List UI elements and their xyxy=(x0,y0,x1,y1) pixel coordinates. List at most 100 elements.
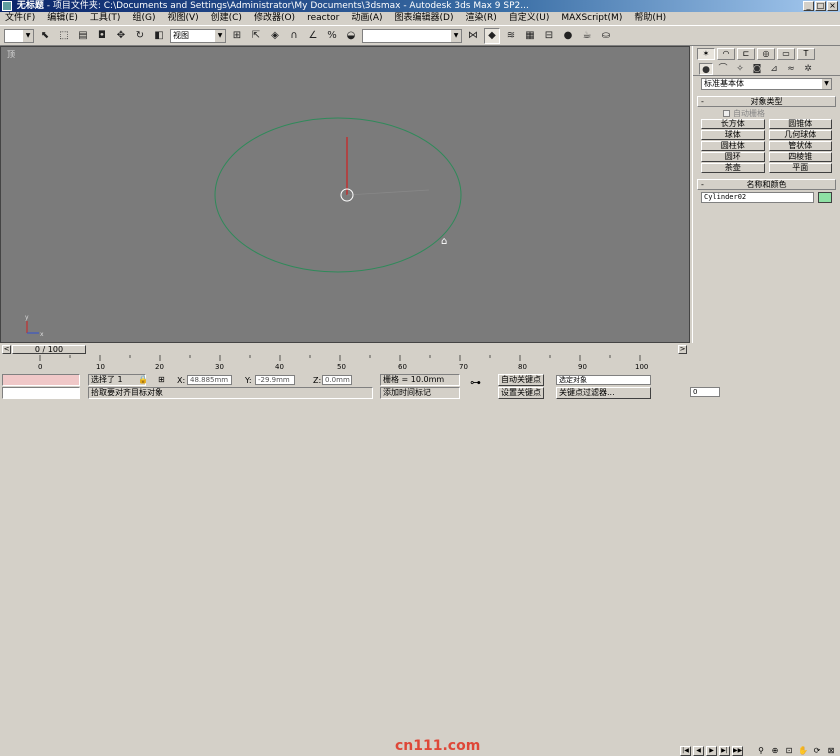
pyramid-button[interactable]: 四棱锥 xyxy=(768,152,832,162)
systems-icon[interactable]: ✲ xyxy=(801,63,815,75)
menu-views[interactable]: 视图(V) xyxy=(162,12,205,25)
cone-button[interactable]: 圆锥体 xyxy=(768,119,832,129)
track-bar[interactable]: 0 10 20 30 40 50 60 70 80 90 100 xyxy=(0,355,690,372)
category-dropdown[interactable]: 标准基本体 xyxy=(701,78,832,90)
orbit-icon[interactable]: ⟳ xyxy=(811,746,823,756)
absolute-mode-icon[interactable]: ⊞ xyxy=(158,375,165,384)
name-color-rollout[interactable]: - 名称和颜色 xyxy=(697,179,836,190)
layer-icon[interactable]: ≋ xyxy=(503,28,519,44)
zoom-icon[interactable]: ⚲ xyxy=(755,746,767,756)
render-scene-icon[interactable]: ☕ xyxy=(579,28,595,44)
cameras-icon[interactable]: ◙ xyxy=(750,63,764,75)
autogrid-checkbox[interactable]: 自动栅格 xyxy=(723,108,840,118)
lock-icon[interactable]: 🔒 xyxy=(138,375,148,384)
menu-customize[interactable]: 自定义(U) xyxy=(504,12,557,25)
top-viewport[interactable]: 顶 ⌂ x y xyxy=(0,46,690,343)
modify-tab[interactable]: ◠ xyxy=(717,48,735,60)
menu-rendering[interactable]: 渲染(R) xyxy=(460,12,503,25)
spacewarps-icon[interactable]: ≈ xyxy=(784,63,798,75)
snap-icon[interactable]: ∩ xyxy=(286,28,302,44)
pan-icon[interactable]: ✋ xyxy=(797,746,809,756)
selection-filter-dropdown[interactable]: 选定对象 xyxy=(556,375,651,385)
mirror-icon[interactable]: ⋈ xyxy=(465,28,481,44)
percent-snap-icon[interactable]: % xyxy=(324,28,340,44)
material-editor-icon[interactable]: ● xyxy=(560,28,576,44)
pivot-icon[interactable]: ⊞ xyxy=(229,28,245,44)
lights-icon[interactable]: ✧ xyxy=(733,63,747,75)
prev-frame-icon[interactable]: < xyxy=(2,345,11,354)
key-mode-icon[interactable]: ⊶ xyxy=(470,376,481,389)
menu-animation[interactable]: 动画(A) xyxy=(346,12,389,25)
go-to-end-icon[interactable]: ▶▶ xyxy=(732,746,743,756)
geosphere-button[interactable]: 几何球体 xyxy=(768,130,832,140)
region-type-icon[interactable]: ◘ xyxy=(94,28,110,44)
zoom-all-icon[interactable]: ⊕ xyxy=(769,746,781,756)
align-icon[interactable]: ◆ xyxy=(484,27,500,44)
create-tab[interactable]: ✶ xyxy=(697,48,715,60)
curve-editor-icon[interactable]: ▦ xyxy=(522,28,538,44)
box-button[interactable]: 长方体 xyxy=(701,119,765,129)
menu-modifiers[interactable]: 修改器(O) xyxy=(249,12,302,25)
region-select-icon[interactable]: ⬚ xyxy=(56,28,72,44)
torus-button[interactable]: 圆环 xyxy=(701,152,765,162)
motion-tab[interactable]: ◎ xyxy=(757,48,775,60)
rotate-icon[interactable]: ↻ xyxy=(132,28,148,44)
menu-file[interactable]: 文件(F) xyxy=(0,12,42,25)
play-icon[interactable]: ▶ xyxy=(706,746,717,756)
menu-maxscript[interactable]: MAXScript(M) xyxy=(556,12,629,25)
display-tab[interactable]: ▭ xyxy=(777,48,795,60)
next-frame-icon[interactable]: > xyxy=(678,345,687,354)
utilities-tab[interactable]: T xyxy=(797,48,815,60)
object-color-swatch[interactable] xyxy=(818,192,832,203)
link-icon[interactable]: ⇱ xyxy=(248,28,264,44)
x-coordinate-input[interactable]: 48.885mm xyxy=(187,375,232,385)
z-coordinate-input[interactable]: 0.0mm xyxy=(322,375,352,385)
maximize-viewport-icon[interactable]: ⊠ xyxy=(825,746,837,756)
menu-graph-editors[interactable]: 图表编辑器(D) xyxy=(390,12,461,25)
shapes-icon[interactable]: ⌒ xyxy=(716,63,730,75)
menu-reactor[interactable]: reactor xyxy=(302,12,346,25)
menu-help[interactable]: 帮助(H) xyxy=(629,12,673,25)
select-icon[interactable]: ⬉ xyxy=(37,28,53,44)
next-key-icon[interactable]: ▶| xyxy=(719,746,730,756)
reference-coord-dropdown[interactable]: 视图 xyxy=(170,28,226,43)
object-name-input[interactable]: Cylinder02 xyxy=(701,192,814,203)
quick-render-icon[interactable]: ⛀ xyxy=(598,28,614,44)
minimize-button[interactable]: _ xyxy=(803,1,814,11)
add-time-tag-button[interactable]: 添加时间标记 xyxy=(380,387,460,399)
set-key-button[interactable]: 设置关键点 xyxy=(498,387,544,399)
select-by-name-icon[interactable]: ▤ xyxy=(75,28,91,44)
bind-icon[interactable]: ◈ xyxy=(267,28,283,44)
maxscript-listener[interactable] xyxy=(2,374,80,386)
time-slider[interactable]: < 0 / 100 > xyxy=(0,345,690,355)
y-coordinate-input[interactable]: -29.9mm xyxy=(255,375,295,385)
spinner-snap-icon[interactable]: ◒ xyxy=(343,28,359,44)
geometry-icon[interactable]: ● xyxy=(699,63,713,75)
teapot-button[interactable]: 茶壶 xyxy=(701,163,765,173)
angle-snap-icon[interactable]: ∠ xyxy=(305,28,321,44)
maximize-button[interactable]: □ xyxy=(815,1,826,11)
maxscript-listener-output[interactable] xyxy=(2,387,80,399)
selection-set-dropdown[interactable] xyxy=(4,28,34,43)
current-frame-input[interactable]: 0 xyxy=(690,387,720,397)
sphere-button[interactable]: 球体 xyxy=(701,130,765,140)
previous-key-icon[interactable]: ◀ xyxy=(693,746,704,756)
helpers-icon[interactable]: ⊿ xyxy=(767,63,781,75)
close-button[interactable]: × xyxy=(827,1,838,11)
auto-key-button[interactable]: 自动关键点 xyxy=(498,374,544,386)
hierarchy-tab[interactable]: ⊏ xyxy=(737,48,755,60)
menu-create[interactable]: 创建(C) xyxy=(206,12,249,25)
menu-group[interactable]: 组(G) xyxy=(127,12,162,25)
time-slider-thumb[interactable]: 0 / 100 xyxy=(12,345,86,354)
key-filters-button[interactable]: 关键点过滤器... xyxy=(556,387,651,399)
menu-edit[interactable]: 编辑(E) xyxy=(42,12,85,25)
go-to-start-icon[interactable]: |◀ xyxy=(680,746,691,756)
cylinder-button[interactable]: 圆柱体 xyxy=(701,141,765,151)
scale-icon[interactable]: ◧ xyxy=(151,28,167,44)
move-icon[interactable]: ✥ xyxy=(113,28,129,44)
object-type-rollout[interactable]: - 对象类型 xyxy=(697,96,836,107)
zoom-extents-icon[interactable]: ⊡ xyxy=(783,746,795,756)
menu-tools[interactable]: 工具(T) xyxy=(85,12,128,25)
schematic-icon[interactable]: ⊟ xyxy=(541,28,557,44)
tube-button[interactable]: 管状体 xyxy=(768,141,832,151)
